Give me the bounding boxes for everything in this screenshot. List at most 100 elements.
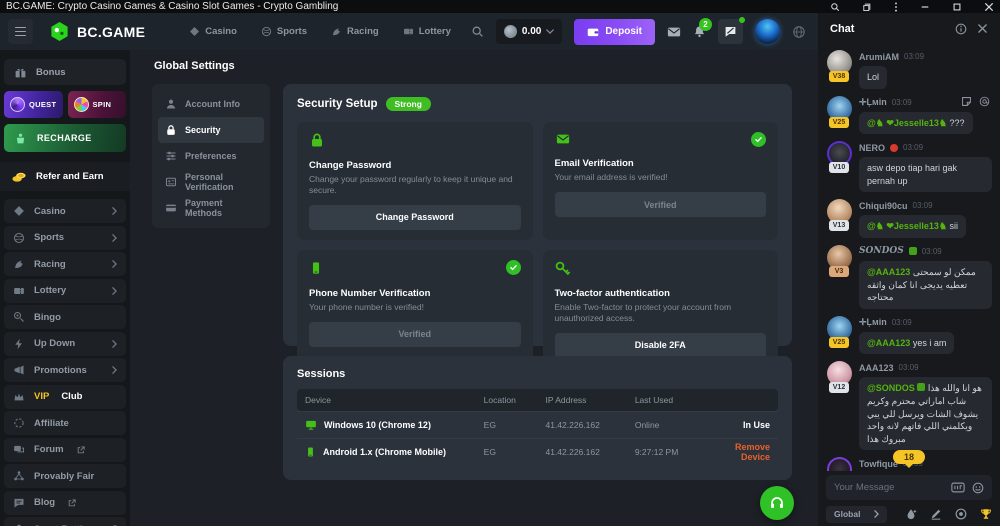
sidebar-item-sport-betting-insights[interactable]: Sport Betting Insig... xyxy=(4,517,126,526)
rain-drop-icon[interactable] xyxy=(905,508,917,520)
chat-username[interactable]: ✛Ļмin xyxy=(859,317,887,328)
settings-item-preferences[interactable]: Preferences xyxy=(158,143,264,169)
sidebar-item-vip-club[interactable]: VIP Club xyxy=(4,385,126,409)
change-password-button[interactable]: Change Password xyxy=(309,205,521,230)
sidebar-spin-button[interactable]: SPIN xyxy=(68,91,127,118)
email-verified-button[interactable]: Verified xyxy=(555,192,767,217)
id-document-icon xyxy=(165,176,177,188)
nav-sports[interactable]: Sports xyxy=(261,26,307,37)
titlebar-clipboard-icon[interactable] xyxy=(862,2,872,12)
chat-message: V12 AAA123 03:09 @SONDOS هو انا والله هذ… xyxy=(826,361,992,450)
demon-emoji-icon xyxy=(890,144,898,152)
sessions-table-header: Device Location IP Address Last Used xyxy=(297,389,778,411)
settings-item-payment-methods[interactable]: Payment Methods xyxy=(158,195,264,221)
brand-logo-icon xyxy=(49,21,70,42)
balance-selector[interactable]: 0.00 xyxy=(496,19,562,44)
pencil-icon[interactable] xyxy=(930,508,942,520)
chat-username[interactable]: NERO xyxy=(859,143,885,153)
support-button[interactable] xyxy=(760,486,794,520)
sidebar-item-promotions[interactable]: Promotions xyxy=(4,358,126,382)
coin-icon xyxy=(504,25,517,38)
sidebar-bonus-button[interactable]: Bonus xyxy=(4,59,126,85)
phone-verified-button[interactable]: Verified xyxy=(309,322,521,347)
emoji-icon[interactable] xyxy=(972,482,984,494)
chat-message-input[interactable] xyxy=(834,482,944,493)
titlebar-search-icon[interactable] xyxy=(830,2,840,12)
sidebar-item-blog[interactable]: Blog xyxy=(4,491,126,515)
settings-item-security[interactable]: Security xyxy=(158,117,264,143)
chat-username[interactable]: Towfique xyxy=(859,459,898,469)
online-dot xyxy=(739,17,745,23)
window-minimize-button[interactable] xyxy=(920,2,930,12)
brand-logo[interactable]: BC.GAME xyxy=(49,21,145,42)
gif-icon[interactable] xyxy=(951,482,965,493)
window-maximize-button[interactable] xyxy=(952,2,962,12)
sidebar-item-lottery[interactable]: Lottery xyxy=(4,279,126,303)
window-close-button[interactable] xyxy=(984,2,994,12)
page-title: Global Settings xyxy=(154,60,235,72)
sidebar-recharge-button[interactable]: RECHARGE xyxy=(4,124,126,152)
chat-bubble: @AAA123 yes i am xyxy=(859,332,954,355)
spin-wheel-icon xyxy=(74,97,89,112)
remove-device-link[interactable]: Remove Device xyxy=(702,442,778,462)
sidebar-item-sports[interactable]: Sports xyxy=(4,226,126,250)
affiliate-icon xyxy=(13,417,25,429)
sidebar-quest-button[interactable]: QUEST xyxy=(4,91,63,118)
chat-username[interactable]: SONDOS xyxy=(859,246,904,256)
lightning-icon xyxy=(13,338,25,350)
user-avatar[interactable] xyxy=(755,19,780,44)
sessions-title: Sessions xyxy=(297,368,778,380)
sidebar-item-casino[interactable]: Casino xyxy=(4,199,126,223)
chat-info-icon[interactable] xyxy=(955,23,967,35)
trophy-icon[interactable] xyxy=(980,508,992,520)
settings-item-personal-verification[interactable]: Personal Verification xyxy=(158,169,264,195)
vip-level-badge: V13 xyxy=(829,220,849,231)
mention-at-icon[interactable] xyxy=(979,96,990,107)
messages-icon[interactable] xyxy=(667,25,681,39)
mention-link[interactable]: @AAA123 xyxy=(867,267,910,277)
deposit-button[interactable]: Deposit xyxy=(574,19,655,45)
sidebar-item-racing[interactable]: Racing xyxy=(4,252,126,276)
search-icon[interactable] xyxy=(471,25,484,38)
mention-link[interactable]: @♞ ❤Jesselle13♞ xyxy=(867,221,947,231)
chat-username[interactable]: ArumiAM xyxy=(859,52,899,62)
chat-toolbar: Global xyxy=(818,502,1000,526)
sidebar-item-bingo[interactable]: Bingo xyxy=(4,305,126,329)
chevron-right-icon xyxy=(112,207,117,215)
external-link-icon xyxy=(77,446,85,454)
sidebar-toggle-button[interactable] xyxy=(8,19,33,44)
chat-username[interactable]: AAA123 xyxy=(859,363,894,373)
sliders-icon xyxy=(165,150,177,162)
sticker-icon[interactable] xyxy=(961,96,972,107)
balance-amount: 0.00 xyxy=(522,26,541,37)
mention-link[interactable]: @♞ ❤Jesselle13♞ xyxy=(867,118,947,128)
chat-channel-selector[interactable]: Global xyxy=(826,506,887,523)
chat-close-icon[interactable] xyxy=(977,23,988,35)
sidebar-item-forum[interactable]: Forum xyxy=(4,438,126,462)
chat-toggle-button[interactable] xyxy=(718,19,743,44)
titlebar-menu-icon[interactable] xyxy=(894,2,898,12)
mention-link[interactable]: @AAA123 xyxy=(867,338,910,348)
notifications-bell-icon[interactable]: 2 xyxy=(693,25,706,38)
nav-lottery[interactable]: Lottery xyxy=(403,26,451,37)
blog-icon xyxy=(13,497,25,509)
chat-username[interactable]: ✛Ļмin xyxy=(859,97,887,108)
coin-disc-icon[interactable] xyxy=(955,508,967,520)
sidebar-item-provably-fair[interactable]: Provably Fair xyxy=(4,464,126,488)
mention-link[interactable]: @SONDOS xyxy=(867,383,915,393)
nav-racing[interactable]: Racing xyxy=(331,26,379,37)
two-factor-card: Two-factor authentication Enable Two-fac… xyxy=(543,250,779,368)
avatar[interactable] xyxy=(827,457,852,471)
disable-2fa-button[interactable]: Disable 2FA xyxy=(555,333,767,358)
chat-username[interactable]: Chiqui90cu xyxy=(859,201,908,211)
unread-count-pill[interactable]: 18 xyxy=(893,450,925,464)
language-globe-icon[interactable] xyxy=(792,25,806,39)
sidebar-refer-and-earn[interactable]: Refer and Earn xyxy=(0,162,130,191)
chat-title: Chat xyxy=(830,23,854,35)
sidebar-item-affiliate[interactable]: Affiliate xyxy=(4,411,126,435)
chat-bubble: @♞ ❤Jesselle13♞ ??? xyxy=(859,112,973,135)
chat-timestamp: 03:09 xyxy=(892,318,912,327)
sidebar-item-updown[interactable]: Up Down xyxy=(4,332,126,356)
nav-casino[interactable]: Casino xyxy=(189,26,237,37)
settings-item-account-info[interactable]: Account Info xyxy=(158,91,264,117)
